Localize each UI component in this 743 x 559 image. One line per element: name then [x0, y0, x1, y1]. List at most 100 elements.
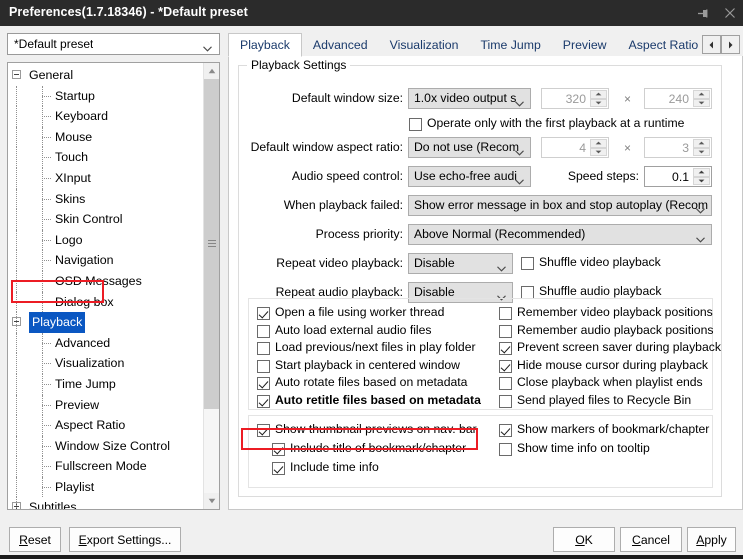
- tree-item-aspect-ratio[interactable]: Aspect Ratio: [8, 415, 204, 436]
- tree-item-preview[interactable]: Preview: [8, 394, 204, 416]
- tree-connector: [42, 394, 44, 416]
- tab-label: Time Jump: [480, 38, 541, 52]
- tree-item-skin-control[interactable]: Skin Control: [8, 209, 204, 230]
- close-icon[interactable]: [716, 0, 743, 26]
- tree-item-label: Visualization: [55, 356, 125, 371]
- tree-connector: [16, 332, 18, 354]
- stepper-down-icon[interactable]: [693, 98, 710, 107]
- chevron-down-icon: [203, 41, 212, 52]
- tree-collapse-icon[interactable]: [12, 70, 21, 79]
- tree-item-xinput[interactable]: XInput: [8, 167, 204, 189]
- aspect-ratio-denominator-stepper[interactable]: 3: [644, 137, 712, 158]
- tree-item-visualization[interactable]: Visualization: [8, 353, 204, 374]
- tree-item-navigation[interactable]: Navigation: [8, 250, 204, 271]
- stepper-down-icon[interactable]: [590, 98, 607, 107]
- tree-item-window-size-control[interactable]: Window Size Control: [8, 435, 204, 457]
- speed-steps-value: 0.1: [672, 170, 689, 184]
- default-window-aspect-ratio-select[interactable]: Do not use (Recom: [408, 137, 531, 158]
- tree-item-playlist[interactable]: Playlist: [8, 476, 204, 498]
- checkbox-box: [409, 118, 422, 131]
- preset-select[interactable]: *Default preset: [7, 33, 220, 55]
- tab-advanced[interactable]: Advanced: [302, 34, 379, 57]
- checkbox-label: Open a file using worker thread: [275, 305, 445, 319]
- checkbox-box: [499, 324, 512, 338]
- tree-item-logo[interactable]: Logo: [8, 229, 204, 251]
- tree-item-label: Touch: [55, 150, 89, 165]
- stepper-up-icon[interactable]: [693, 90, 710, 99]
- tab-time-jump[interactable]: Time Jump: [469, 34, 551, 57]
- tree-item-label: Time Jump: [55, 376, 116, 391]
- tab-preview[interactable]: Preview: [552, 34, 618, 57]
- checkbox-box: [272, 443, 285, 456]
- default-window-height-stepper[interactable]: 240: [644, 88, 712, 109]
- stepper-up-icon[interactable]: [693, 168, 710, 177]
- process-priority-select[interactable]: Above Normal (Recommended): [408, 224, 712, 245]
- ok-button-label: OK: [575, 532, 593, 547]
- tree-item-mouse[interactable]: Mouse: [8, 126, 204, 148]
- tree-item-dialog-box[interactable]: Dialog box: [8, 291, 204, 313]
- tree-item-playback[interactable]: Playback: [8, 312, 204, 333]
- export-settings-button[interactable]: Export Settings...: [69, 527, 181, 552]
- scroll-down-arrow-icon[interactable]: [204, 493, 219, 509]
- tree-item-advanced[interactable]: Advanced: [8, 332, 204, 354]
- apply-button[interactable]: Apply: [687, 527, 736, 552]
- tab-playback[interactable]: Playback: [228, 33, 302, 57]
- cancel-button-rest: ancel: [640, 532, 670, 547]
- tree-item-label: Mouse: [55, 129, 93, 144]
- stepper-up-icon[interactable]: [590, 90, 607, 99]
- scroll-up-arrow-icon[interactable]: [204, 63, 219, 79]
- tree-item-general[interactable]: General: [8, 65, 204, 86]
- ok-button[interactable]: OK: [553, 527, 615, 552]
- cancel-button[interactable]: Cancel: [620, 527, 682, 552]
- tree-item-osd-messages[interactable]: OSD Messages: [8, 270, 204, 292]
- stepper-up-icon[interactable]: [590, 139, 607, 148]
- tab-scroll-left-button[interactable]: [702, 35, 721, 54]
- stepper-buttons: [590, 139, 607, 156]
- tree-item-fullscreen-mode[interactable]: Fullscreen Mode: [8, 456, 204, 477]
- speed-steps-stepper[interactable]: 0.1: [644, 166, 712, 187]
- tree-item-label: Preview: [55, 397, 100, 412]
- checkbox-label: Hide mouse cursor during playback: [517, 357, 709, 372]
- tab-scroll-right-button[interactable]: [721, 35, 740, 54]
- shuffle-video-playback-label: Shuffle video playback: [539, 255, 661, 269]
- scrollbar-grip-icon: [208, 240, 216, 248]
- window-title: Preferences(1.7.18346) - *Default preset: [9, 5, 248, 19]
- tree-item-skins[interactable]: Skins: [8, 188, 204, 210]
- tab-aspect-ratio[interactable]: Aspect Ratio: [618, 34, 702, 57]
- settings-tree: General Startup Keyboard Mouse Touch XInput Sk…: [8, 65, 204, 509]
- tree-connector: [16, 270, 18, 292]
- stepper-down-icon[interactable]: [693, 176, 710, 185]
- stepper-down-icon[interactable]: [590, 147, 607, 156]
- tree-scrollbar-thumb[interactable]: [204, 79, 219, 409]
- tree-item-subtitles[interactable]: Subtitles: [8, 497, 204, 509]
- show-time-tooltip-label: Show time info on tooltip: [517, 441, 650, 455]
- checkbox-label: Send played files to Recycle Bin: [517, 392, 692, 407]
- stepper-up-icon[interactable]: [693, 139, 710, 148]
- repeat-video-playback-select[interactable]: Disable: [408, 253, 513, 274]
- reset-button[interactable]: Reset: [9, 527, 61, 552]
- stepper-down-icon[interactable]: [693, 147, 710, 156]
- default-window-size-select[interactable]: 1.0x video output s: [408, 88, 531, 109]
- tree-connector: [42, 147, 44, 168]
- thumbnail-options-panel: Show thumbnail previews on nav. bar Incl…: [248, 415, 713, 488]
- window-size-separator: ×: [624, 92, 632, 106]
- aspect-ratio-numerator-value: 4: [579, 141, 586, 155]
- tree-connector: [42, 229, 44, 251]
- tree-item-keyboard[interactable]: Keyboard: [8, 106, 204, 127]
- when-playback-failed-label: When playback failed:: [283, 198, 403, 212]
- pin-icon[interactable]: [689, 0, 716, 26]
- default-window-width-stepper[interactable]: 320: [541, 88, 609, 109]
- tree-item-label: Skins: [55, 191, 86, 206]
- aspect-ratio-numerator-stepper[interactable]: 4: [541, 137, 609, 158]
- tree-connector: [16, 415, 18, 436]
- tree-item-startup[interactable]: Startup: [8, 85, 204, 107]
- reset-button-label: Reset: [19, 532, 51, 547]
- when-playback-failed-select[interactable]: Show error message in box and stop autop…: [408, 195, 712, 216]
- tree-item-time-jump[interactable]: Time Jump: [8, 373, 204, 395]
- tab-visualization[interactable]: Visualization: [379, 34, 470, 57]
- audio-speed-control-select[interactable]: Use echo-free audi: [408, 166, 531, 187]
- tree-item-touch[interactable]: Touch: [8, 147, 204, 168]
- tree-connector: [42, 415, 44, 436]
- tree-scrollbar[interactable]: [203, 63, 219, 509]
- tree-connector: [42, 435, 44, 457]
